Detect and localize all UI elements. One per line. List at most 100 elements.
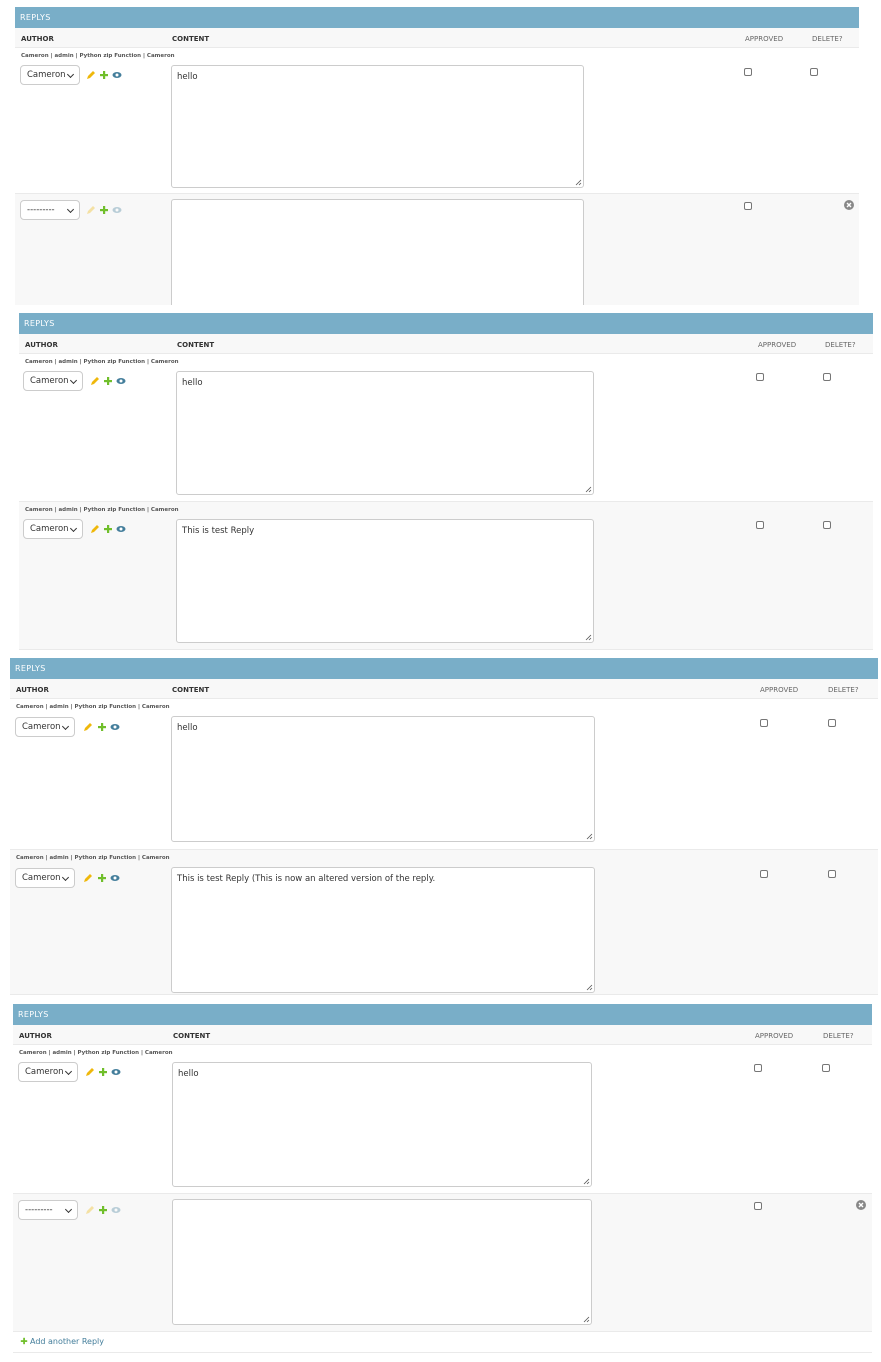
chevron-down-icon — [61, 873, 70, 882]
content-header: CONTENT — [177, 341, 215, 349]
row-original-label: Cameron | admin | Python zip Function | … — [19, 1050, 173, 1056]
eye-icon[interactable] — [116, 524, 126, 534]
approved-header: APPROVED — [745, 35, 784, 43]
pencil-icon[interactable] — [85, 1067, 95, 1077]
content-textarea[interactable] — [172, 1199, 592, 1325]
delete-header: DELETE? — [825, 341, 856, 349]
table-row: Cameron | admin | Python zip Function | … — [10, 699, 878, 850]
author-select[interactable]: Cameron — [15, 717, 75, 737]
content-header: CONTENT — [173, 1032, 211, 1040]
eye-icon[interactable] — [116, 376, 126, 386]
approved-checkbox[interactable] — [754, 1064, 762, 1072]
eye-icon[interactable] — [112, 205, 122, 215]
inline-caption: REPLYS — [13, 1004, 872, 1025]
eye-icon[interactable] — [111, 1067, 121, 1077]
table-header: AUTHOR CONTENT APPROVED DELETE? — [15, 28, 859, 48]
inline-caption: REPLYS — [10, 658, 878, 679]
content-header: CONTENT — [172, 686, 210, 694]
inline-caption: REPLYS — [19, 313, 873, 334]
content-textarea[interactable]: This is test Reply (This is now an alter… — [171, 867, 595, 993]
chevron-down-icon — [69, 376, 78, 385]
approved-header: APPROVED — [758, 341, 797, 349]
author-select[interactable]: Cameron — [15, 868, 75, 888]
author-select[interactable]: Cameron — [23, 371, 83, 391]
replys-inline-2: REPLYS AUTHOR CONTENT APPROVED DELETE? C… — [19, 313, 873, 650]
add-another-row: Add another Reply — [13, 1332, 872, 1353]
pencil-icon[interactable] — [86, 70, 96, 80]
approved-checkbox[interactable] — [760, 870, 768, 878]
chevron-down-icon — [69, 524, 78, 533]
content-header: CONTENT — [172, 35, 210, 43]
chevron-down-icon — [66, 205, 75, 214]
chevron-down-icon — [64, 1205, 73, 1214]
table-row: Cameron | admin | Python zip Function | … — [13, 1045, 872, 1194]
approved-checkbox[interactable] — [754, 1202, 762, 1210]
row-original-label: Cameron | admin | Python zip Function | … — [16, 855, 170, 861]
pencil-icon[interactable] — [90, 524, 100, 534]
approved-checkbox[interactable] — [744, 202, 752, 210]
content-textarea[interactable]: hello — [171, 716, 595, 842]
table-row: Cameron | admin | Python zip Function | … — [10, 850, 878, 995]
author-select[interactable]: --------- — [20, 200, 80, 220]
delete-checkbox[interactable] — [823, 373, 831, 381]
table-row: Cameron | admin | Python zip Function | … — [19, 502, 873, 650]
row-original-label: Cameron | admin | Python zip Function | … — [21, 53, 175, 59]
plus-icon[interactable] — [103, 376, 113, 386]
row-original-label: Cameron | admin | Python zip Function | … — [25, 359, 179, 365]
table-header: AUTHOR CONTENT APPROVED DELETE? — [13, 1025, 872, 1045]
author-select[interactable]: Cameron — [23, 519, 83, 539]
author-header: AUTHOR — [25, 341, 58, 349]
plus-icon[interactable] — [103, 524, 113, 534]
delete-checkbox[interactable] — [828, 870, 836, 878]
plus-icon[interactable] — [98, 1067, 108, 1077]
author-select[interactable]: Cameron — [18, 1062, 78, 1082]
table-row: Cameron | admin | Python zip Function | … — [19, 354, 873, 502]
table-header: AUTHOR CONTENT APPROVED DELETE? — [19, 334, 873, 354]
plus-icon[interactable] — [97, 873, 107, 883]
delete-checkbox[interactable] — [822, 1064, 830, 1072]
plus-icon[interactable] — [99, 70, 109, 80]
pencil-icon[interactable] — [85, 1205, 95, 1215]
plus-icon — [20, 1337, 28, 1345]
pencil-icon[interactable] — [83, 722, 93, 732]
approved-checkbox[interactable] — [756, 373, 764, 381]
table-row: --------- — [15, 194, 859, 305]
remove-circle-icon[interactable] — [856, 1200, 866, 1210]
content-textarea[interactable]: hello — [171, 65, 584, 188]
author-header: AUTHOR — [19, 1032, 52, 1040]
delete-header: DELETE? — [828, 686, 859, 694]
approved-header: APPROVED — [760, 686, 799, 694]
eye-icon[interactable] — [111, 1205, 121, 1215]
approved-checkbox[interactable] — [744, 68, 752, 76]
approved-checkbox[interactable] — [760, 719, 768, 727]
pencil-icon[interactable] — [86, 205, 96, 215]
author-select[interactable]: Cameron — [20, 65, 80, 85]
approved-checkbox[interactable] — [756, 521, 764, 529]
delete-checkbox[interactable] — [823, 521, 831, 529]
table-header: AUTHOR CONTENT APPROVED DELETE? — [10, 679, 878, 699]
approved-header: APPROVED — [755, 1032, 794, 1040]
author-select[interactable]: --------- — [18, 1200, 78, 1220]
eye-icon[interactable] — [110, 722, 120, 732]
chevron-down-icon — [61, 722, 70, 731]
pencil-icon[interactable] — [90, 376, 100, 386]
content-textarea[interactable]: This is test Reply — [176, 519, 594, 643]
pencil-icon[interactable] — [83, 873, 93, 883]
eye-icon[interactable] — [112, 70, 122, 80]
delete-checkbox[interactable] — [828, 719, 836, 727]
inline-caption: REPLYS — [15, 7, 859, 28]
delete-checkbox[interactable] — [810, 68, 818, 76]
row-original-label: Cameron | admin | Python zip Function | … — [25, 507, 179, 513]
content-textarea[interactable] — [171, 199, 584, 305]
add-another-reply-link[interactable]: Add another Reply — [30, 1337, 104, 1346]
row-original-label: Cameron | admin | Python zip Function | … — [16, 704, 170, 710]
plus-icon[interactable] — [98, 1205, 108, 1215]
eye-icon[interactable] — [110, 873, 120, 883]
plus-icon[interactable] — [97, 722, 107, 732]
delete-header: DELETE? — [823, 1032, 854, 1040]
content-textarea[interactable]: hello — [176, 371, 594, 495]
content-textarea[interactable]: hello — [172, 1062, 592, 1187]
chevron-down-icon — [66, 70, 75, 79]
remove-circle-icon[interactable] — [844, 200, 854, 210]
plus-icon[interactable] — [99, 205, 109, 215]
